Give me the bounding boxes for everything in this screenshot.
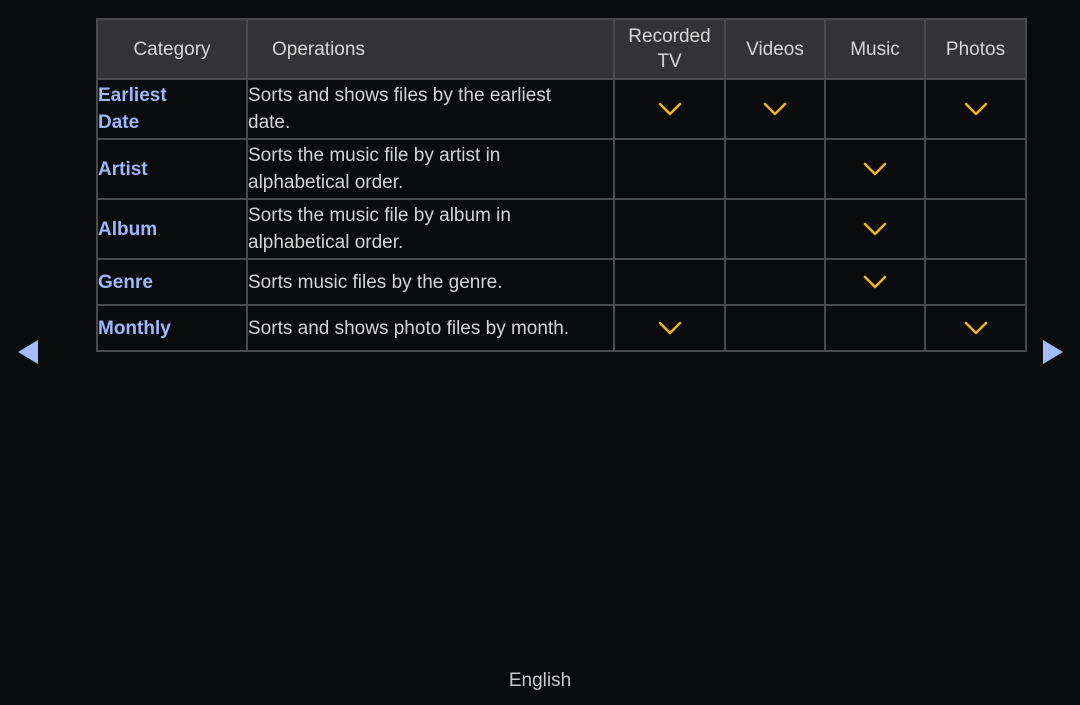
checkmark-chevron-icon [863,272,887,293]
table-row: Artist Sorts the music file by artist in … [96,138,1027,200]
recorded-tv-cell [613,198,726,260]
operation-cell: Sorts and shows photo files by month. [246,304,615,352]
music-cell [824,198,926,260]
photos-cell [924,78,1027,140]
checkmark-chevron-icon [658,99,682,120]
left-triangle-icon[interactable] [18,340,38,364]
operation-cell: Sorts music files by the genre. [246,258,615,306]
header-category: Category [96,18,248,80]
table-row: Earliest Date Sorts and shows files by th… [96,78,1027,140]
table-row: Genre Sorts music files by the genre. [96,258,1027,306]
header-recorded-tv: Recorded TV [613,18,726,80]
recorded-tv-cell [613,138,726,200]
music-cell [824,304,926,352]
recorded-tv-cell [613,304,726,352]
recorded-tv-cell [613,258,726,306]
table-row: Monthly Sorts and shows photo files by mo… [96,304,1027,352]
checkmark-chevron-icon [658,318,682,339]
category-cell: Artist [96,138,248,200]
music-cell [824,138,926,200]
checkmark-chevron-icon [863,219,887,240]
operation-cell: Sorts and shows files by the earliest da… [246,78,615,140]
videos-cell [724,138,826,200]
operation-cell: Sorts the music file by artist in alphab… [246,138,615,200]
table-header-row: Category Operations Recorded TV Videos M… [96,18,1027,80]
videos-cell [724,304,826,352]
category-cell: Genre [96,258,248,306]
photos-cell [924,138,1027,200]
table-row: Album Sorts the music file by album in al… [96,198,1027,260]
videos-cell [724,78,826,140]
checkmark-chevron-icon [964,99,988,120]
header-music: Music [824,18,926,80]
photos-cell [924,198,1027,260]
header-operations: Operations [246,18,615,80]
operation-cell: Sorts the music file by album in alphabe… [246,198,615,260]
category-cell: Earliest Date [96,78,248,140]
music-cell [824,258,926,306]
right-triangle-icon[interactable] [1043,340,1063,364]
header-recorded-tv-label: Recorded TV [628,26,711,72]
sort-options-table: Category Operations Recorded TV Videos M… [96,18,1027,352]
language-label: English [508,670,572,691]
checkmark-chevron-icon [763,99,787,120]
category-cell: Album [96,198,248,260]
checkmark-chevron-icon [863,159,887,180]
checkmark-chevron-icon [964,318,988,339]
photos-cell [924,304,1027,352]
recorded-tv-cell [613,78,726,140]
header-videos: Videos [724,18,826,80]
videos-cell [724,258,826,306]
videos-cell [724,198,826,260]
music-cell [824,78,926,140]
photos-cell [924,258,1027,306]
category-cell: Monthly [96,304,248,352]
header-photos: Photos [924,18,1027,80]
